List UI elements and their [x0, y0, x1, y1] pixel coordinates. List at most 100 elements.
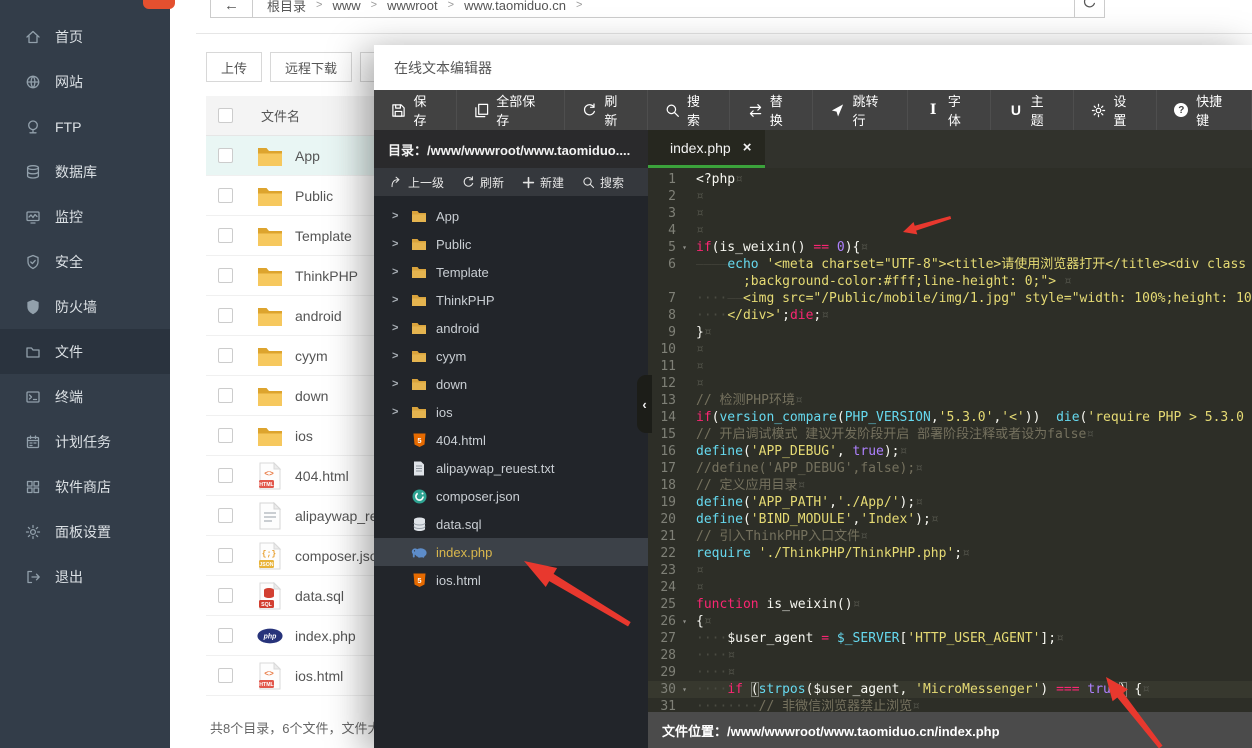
tree-file-data-sql[interactable]: data.sql — [374, 510, 648, 538]
tree-folder-thinkphp[interactable]: > ThinkPHP — [374, 286, 648, 314]
sidebar-item-monitor[interactable]: 监控 — [0, 194, 170, 239]
breadcrumb-item[interactable]: www.taomiduo.cn — [464, 0, 566, 13]
row-checkbox[interactable] — [218, 468, 233, 483]
sidebar-item-firewall[interactable]: 防火墙 — [0, 284, 170, 329]
row-checkbox[interactable] — [218, 428, 233, 443]
sidebar-item-cron[interactable]: 计划任务 — [0, 419, 170, 464]
tree-file-ios-html[interactable]: 5ios.html — [374, 566, 648, 594]
tree-file-index-php[interactable]: index.php — [374, 538, 648, 566]
row-checkbox[interactable] — [218, 228, 233, 243]
row-checkbox[interactable] — [218, 348, 233, 363]
breadcrumb-item[interactable]: www — [332, 0, 360, 13]
toolbar-search-button[interactable]: 搜索 — [648, 90, 731, 130]
chevron-right-icon[interactable]: > — [392, 238, 402, 250]
tree-tool-new[interactable]: 新建 — [522, 174, 564, 191]
toolbar-theme-button[interactable]: U主题 — [991, 90, 1074, 130]
sidebar-item-panel-settings[interactable]: 面板设置 — [0, 509, 170, 554]
sidebar-item-files[interactable]: 文件 — [0, 329, 170, 374]
chevron-right-icon[interactable]: > — [392, 406, 402, 418]
refresh-button[interactable] — [1074, 0, 1104, 17]
filename-column-header: 文件名 — [261, 106, 300, 125]
sidebar-item-terminal[interactable]: 终端 — [0, 374, 170, 419]
sidebar-item-security[interactable]: 安全 — [0, 239, 170, 284]
chevron-right-icon[interactable]: > — [392, 294, 402, 306]
row-checkbox[interactable] — [218, 308, 233, 323]
chevron-right-icon[interactable]: > — [392, 378, 402, 390]
row-checkbox[interactable] — [218, 548, 233, 563]
line-number: 3 — [648, 205, 688, 222]
tree-folder-app[interactable]: >App — [374, 202, 648, 230]
chevron-right-icon[interactable]: > — [392, 266, 402, 278]
toolbar-replace-button[interactable]: 替换 — [730, 90, 813, 130]
tab-label: index.php — [670, 140, 731, 156]
tree-item-label: down — [436, 377, 467, 392]
toolbar-save-button[interactable]: 保存 — [374, 90, 457, 130]
breadcrumb-item[interactable]: wwwroot — [387, 0, 438, 13]
code-line: 9}¤ — [648, 324, 1252, 341]
row-checkbox[interactable] — [218, 508, 233, 523]
tree-file-alipaywap_reuest-txt[interactable]: alipaywap_reuest.txt — [374, 454, 648, 482]
panel-settings-icon — [24, 523, 41, 540]
sidebar-item-home[interactable]: 首页 — [0, 14, 170, 59]
folder-icon — [411, 237, 427, 251]
sidebar-item-logout[interactable]: 退出 — [0, 554, 170, 599]
tree-tool-refresh[interactable]: 刷新 — [462, 174, 504, 191]
tree-file-404-html[interactable]: 5404.html — [374, 426, 648, 454]
sidebar-item-ftp[interactable]: FTP — [0, 104, 170, 149]
tree-folder-public[interactable]: >Public — [374, 230, 648, 258]
toolbar-button-label: 主题 — [1031, 91, 1056, 129]
code-text: require './ThinkPHP/ThinkPHP.php';¤ — [688, 545, 1252, 562]
remote-download-button[interactable]: 远程下载 — [270, 52, 352, 82]
tree-tool-up-level[interactable]: 上一级 — [390, 174, 444, 191]
tree-folder-template[interactable]: >Template — [374, 258, 648, 286]
code-line: 6————echo '<meta charset="UTF-8"><title>… — [648, 256, 1252, 273]
tree-item-label: ThinkPHP — [436, 293, 495, 308]
sidebar-item-database[interactable]: 数据库 — [0, 149, 170, 194]
row-checkbox[interactable] — [218, 588, 233, 603]
svg-text:php: php — [263, 633, 277, 640]
folder-file-icon — [257, 385, 283, 407]
upload-button[interactable]: 上传 — [206, 52, 262, 82]
toolbar-settings-button[interactable]: 设置 — [1074, 90, 1157, 130]
tab-index-php[interactable]: index.php × — [648, 130, 765, 168]
breadcrumb-item[interactable]: 根目录 — [267, 0, 306, 15]
folder-file-icon — [257, 225, 283, 247]
toolbar-save-all-button[interactable]: 全部保存 — [457, 90, 565, 130]
toolbar-font-button[interactable]: I字体 — [908, 90, 991, 130]
toolbar-refresh-button[interactable]: 刷新 — [565, 90, 648, 130]
code-text: ¤ — [688, 375, 1252, 392]
select-all-checkbox[interactable] — [218, 108, 233, 123]
tree-folder-android[interactable]: >android — [374, 314, 648, 342]
tree-folder-ios[interactable]: >ios — [374, 398, 648, 426]
tree-item-label: index.php — [436, 545, 492, 560]
code-area[interactable]: 1<?php¤2¤3¤4¤5▾if(is_weixin() == 0){¤6——… — [648, 168, 1252, 712]
code-text: }¤ — [688, 324, 1252, 341]
row-checkbox[interactable] — [218, 268, 233, 283]
close-tab-icon[interactable]: × — [743, 139, 752, 156]
php-file-icon: php — [257, 627, 283, 645]
chevron-right-icon[interactable]: > — [392, 210, 402, 222]
toolbar-hotkeys-button[interactable]: ?快捷键 — [1157, 90, 1252, 130]
fold-marker-icon[interactable]: ▾ — [682, 613, 687, 630]
fold-marker-icon[interactable]: ▾ — [682, 239, 687, 256]
row-checkbox[interactable] — [218, 628, 233, 643]
row-checkbox[interactable] — [218, 388, 233, 403]
line-number: 31 — [648, 698, 688, 712]
tree-file-composer-json[interactable]: composer.json — [374, 482, 648, 510]
back-button[interactable]: ← — [211, 0, 253, 17]
fold-marker-icon[interactable]: ▾ — [682, 681, 687, 698]
sidebar-item-site[interactable]: 网站 — [0, 59, 170, 104]
tree-folder-cyym[interactable]: >cyym — [374, 342, 648, 370]
row-checkbox[interactable] — [218, 148, 233, 163]
chevron-right-icon[interactable]: > — [392, 322, 402, 334]
code-text: ¤ — [688, 358, 1252, 375]
chevron-right-icon[interactable]: > — [392, 350, 402, 362]
tree-tool-search[interactable]: 搜索 — [582, 174, 624, 191]
tree-collapse-handle[interactable]: ‹ — [637, 375, 652, 433]
modal-title: 在线文本编辑器 — [374, 45, 1252, 90]
toolbar-goto-line-button[interactable]: 跳转行 — [813, 90, 908, 130]
tree-folder-down[interactable]: > down — [374, 370, 648, 398]
sidebar-item-store[interactable]: 软件商店 — [0, 464, 170, 509]
row-checkbox[interactable] — [218, 668, 233, 683]
row-checkbox[interactable] — [218, 188, 233, 203]
